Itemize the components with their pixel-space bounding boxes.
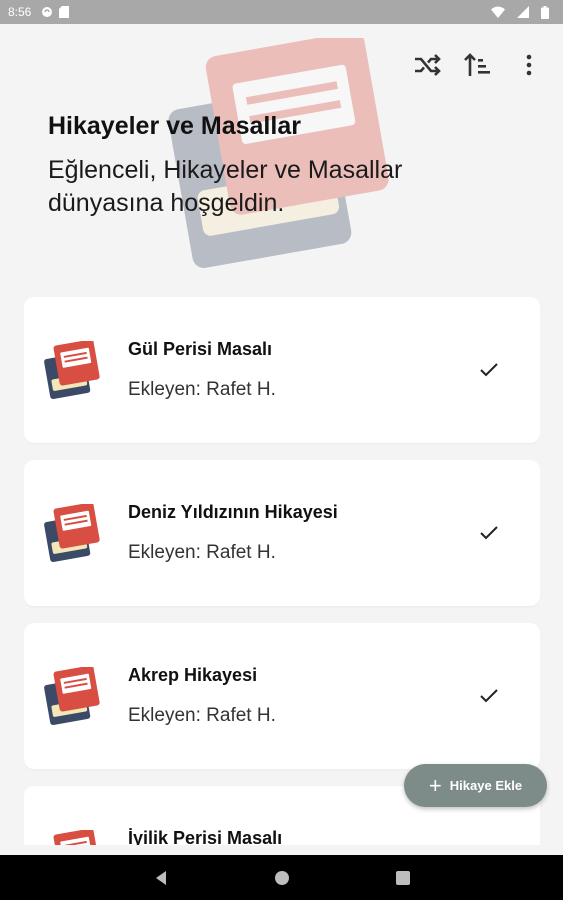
story-title: Gül Perisi Masalı bbox=[128, 339, 273, 359]
book-icon bbox=[44, 341, 100, 399]
sd-card-icon bbox=[59, 6, 70, 18]
story-title: İyilik Perisi Masalı bbox=[128, 828, 283, 845]
story-title: Deniz Yıldızının Hikayesi bbox=[128, 502, 338, 522]
check-icon bbox=[480, 689, 498, 703]
back-icon[interactable] bbox=[151, 868, 171, 888]
check-icon bbox=[480, 526, 498, 540]
book-icon bbox=[44, 667, 100, 725]
recents-icon[interactable] bbox=[393, 868, 413, 888]
story-title: Akrep Hikayesi bbox=[128, 665, 258, 685]
navigation-bar bbox=[0, 855, 563, 900]
add-story-label: Hikaye Ekle bbox=[449, 778, 523, 793]
story-author: Ekleyen: Rafet H. bbox=[128, 542, 276, 563]
plus-icon: + bbox=[428, 772, 442, 798]
check-icon bbox=[480, 363, 498, 377]
header-book-illustration bbox=[168, 38, 389, 268]
status-time: 8:56 bbox=[8, 5, 32, 19]
book-icon bbox=[44, 830, 100, 845]
story-list[interactable]: Gül Perisi Masalı Ekleyen: Rafet H. Deni… bbox=[24, 297, 540, 845]
page-title: Hikayeler ve Masallar bbox=[48, 112, 301, 140]
add-story-button[interactable]: + Hikaye Ekle bbox=[404, 764, 547, 807]
home-icon[interactable] bbox=[272, 868, 292, 888]
story-author: Ekleyen: Rafet H. bbox=[128, 705, 276, 726]
wifi-icon bbox=[491, 6, 505, 18]
story-author: Ekleyen: Rafet H. bbox=[128, 379, 276, 400]
book-icon bbox=[44, 504, 100, 562]
story-card[interactable]: Akrep Hikayesi Ekleyen: Rafet H. bbox=[24, 623, 540, 769]
story-card[interactable]: Gül Perisi Masalı Ekleyen: Rafet H. bbox=[24, 297, 540, 443]
battery-icon bbox=[541, 5, 549, 19]
sort-icon[interactable] bbox=[463, 50, 493, 80]
shuffle-icon[interactable] bbox=[412, 50, 442, 80]
status-bar: 8:56 bbox=[0, 0, 563, 24]
signal-icon bbox=[517, 6, 529, 18]
page-subtitle: Eğlenceli, Hikayeler ve Masallar dünyası… bbox=[48, 156, 403, 217]
more-vert-icon[interactable] bbox=[514, 50, 544, 80]
story-card[interactable]: Deniz Yıldızının Hikayesi Ekleyen: Rafet… bbox=[24, 460, 540, 606]
sync-icon bbox=[41, 6, 53, 18]
